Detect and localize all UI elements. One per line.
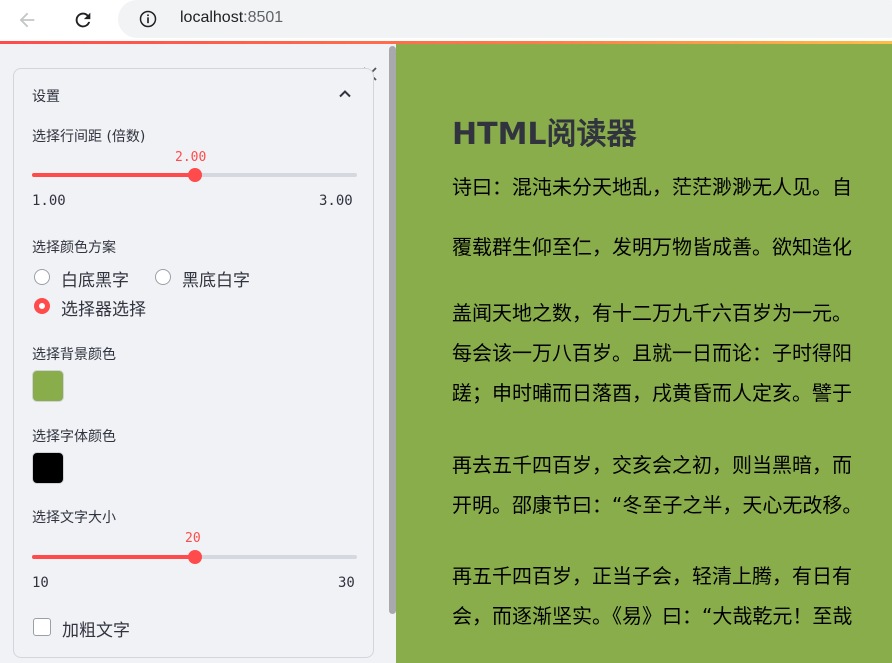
paragraph-line: 开明。邵康节曰：“冬至子之半，天心无改移。 <box>452 493 863 517</box>
paragraph-4: 再去五千四百岁，交亥会之初，则当黑暗，而 开明。邵康节曰：“冬至子之半，天心无改… <box>452 445 892 525</box>
info-icon[interactable] <box>138 9 158 29</box>
sidebar-scrollbar[interactable] <box>389 46 396 614</box>
expander-title[interactable]: 设置 <box>32 86 60 106</box>
url-text: localhost:8501 <box>180 9 283 27</box>
bg-color-picker[interactable] <box>32 370 64 402</box>
browser-toolbar: localhost:8501 <box>0 0 892 40</box>
reload-icon <box>75 12 91 28</box>
paragraph-line: 诗曰：混沌未分天地乱，茫茫渺渺无人见。自 <box>452 175 852 199</box>
url-host: localhost <box>180 9 244 26</box>
chevron-up-icon[interactable] <box>337 86 353 102</box>
font-size-max: 30 <box>338 575 355 591</box>
paragraph-line: 再去五千四百岁，交亥会之初，则当黑暗，而 <box>452 453 852 477</box>
address-bar[interactable]: localhost:8501 <box>118 0 892 38</box>
reload-button[interactable] <box>68 5 98 35</box>
line-spacing-label: 选择行间距 (倍数) <box>32 129 146 145</box>
color-scheme-label: 选择颜色方案 <box>32 240 116 256</box>
page-title: HTML阅读器 <box>452 117 637 152</box>
line-spacing-slider[interactable] <box>32 168 357 182</box>
paragraph-5: 再五千四百岁，正当子会，轻清上腾，有日有 会，而逐渐坚实。《易》曰：“大哉乾元！… <box>452 556 892 636</box>
reader-content: HTML阅读器 诗曰：混沌未分天地乱，茫茫渺渺无人见。自 覆载群生仰至仁，发明万… <box>396 44 892 663</box>
paragraph-line: 盖闻天地之数，有十二万九千六百岁为一元。 <box>452 301 852 325</box>
line-spacing-value: 2.00 <box>175 150 207 165</box>
font-color-picker[interactable] <box>32 452 64 484</box>
arrow-left-icon <box>19 12 35 28</box>
radio-picker-select[interactable] <box>34 298 50 314</box>
back-button[interactable] <box>12 5 42 35</box>
radio-white-bg-black-text[interactable] <box>34 269 50 285</box>
radio-label-picker-select[interactable]: 选择器选择 <box>61 295 146 320</box>
font-size-slider-fill <box>32 555 195 559</box>
font-size-slider-thumb[interactable] <box>187 550 202 564</box>
url-port: :8501 <box>243 9 284 26</box>
font-color-label: 选择字体颜色 <box>32 429 116 445</box>
radio-black-bg-white-text[interactable] <box>155 269 171 285</box>
line-spacing-max: 3.00 <box>319 193 353 209</box>
radio-label-white-bg-black-text[interactable]: 白底黑字 <box>61 266 129 291</box>
bg-color-label: 选择背景颜色 <box>32 347 116 363</box>
paragraph-line: 每会该一万八百岁。且就一日而论：子时得阳 <box>452 341 852 365</box>
font-size-min: 10 <box>32 575 49 591</box>
paragraph-3: 盖闻天地之数，有十二万九千六百岁为一元。 每会该一万八百岁。且就一日而论：子时得… <box>452 293 892 413</box>
paragraph-line: 覆载群生仰至仁，发明万物皆成善。欲知造化 <box>452 235 852 259</box>
bold-checkbox-label[interactable]: 加粗文字 <box>62 616 130 641</box>
font-size-slider[interactable] <box>32 550 357 564</box>
paragraph-line: 会，而逐渐坚实。《易》曰：“大哉乾元！至哉 <box>452 604 853 628</box>
paragraph-line: 再五千四百岁，正当子会，轻清上腾，有日有 <box>452 564 852 588</box>
paragraph-2: 覆载群生仰至仁，发明万物皆成善。欲知造化 <box>452 227 892 267</box>
font-size-label: 选择文字大小 <box>32 510 116 526</box>
bold-checkbox[interactable] <box>33 618 51 636</box>
radio-label-black-bg-white-text[interactable]: 黑底白字 <box>182 266 250 291</box>
paragraph-1: 诗曰：混沌未分天地乱，茫茫渺渺无人见。自 <box>452 167 892 207</box>
line-spacing-slider-fill <box>32 173 195 177</box>
paragraph-line: 蹉；申时晡而日落酉，戌黄昏而人定亥。譬于 <box>452 381 852 405</box>
font-size-value: 20 <box>185 531 201 546</box>
line-spacing-min: 1.00 <box>32 193 66 209</box>
line-spacing-slider-thumb[interactable] <box>187 168 202 182</box>
